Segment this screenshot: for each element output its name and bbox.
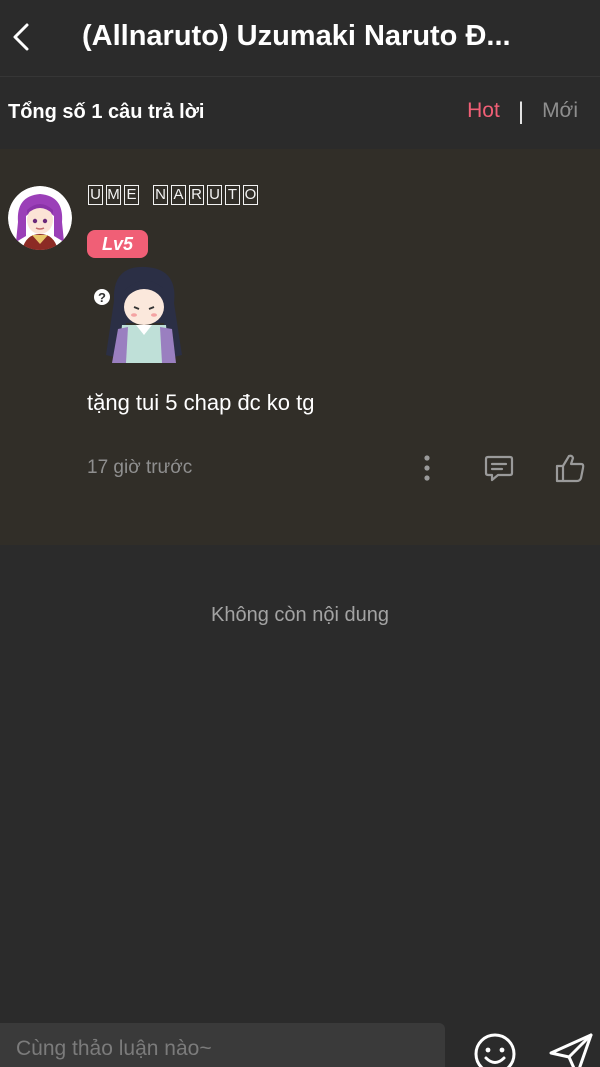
comment-timestamp: 17 giờ trước: [87, 457, 193, 478]
level-badge: Lv5: [87, 230, 148, 258]
reply-button[interactable]: [481, 451, 517, 485]
send-icon: [549, 1033, 593, 1067]
username-letter: N: [153, 185, 168, 205]
comment-card: U M E N A R U T O Lv5 ? tặng tui 5 chap …: [0, 149, 600, 545]
like-button[interactable]: [552, 451, 588, 485]
username-letter: O: [243, 185, 258, 205]
more-vertical-icon: [424, 455, 430, 481]
top-bar: (Allnaruto) Uzumaki Naruto Đ...: [0, 0, 600, 77]
comment-text: tặng tui 5 chap đc ko tg: [87, 390, 315, 415]
avatar-image: [8, 186, 72, 250]
smiley-icon: [474, 1033, 516, 1067]
more-options-button[interactable]: [409, 451, 445, 485]
sort-separator: |: [517, 97, 525, 125]
username-letter: U: [207, 185, 222, 205]
back-button[interactable]: [4, 17, 38, 57]
username[interactable]: U M E N A R U T O: [88, 185, 258, 205]
total-replies-label: Tổng số 1 câu trả lời: [8, 101, 205, 123]
username-letter: A: [171, 185, 186, 205]
comment-composer: [0, 1023, 600, 1067]
username-letter: T: [225, 185, 240, 205]
reply-summary-bar: Tổng số 1 câu trả lời Hot | Mới: [0, 77, 600, 149]
no-more-content-label: Không còn nội dung: [211, 604, 389, 626]
page-title: (Allnaruto) Uzumaki Naruto Đ...: [82, 20, 511, 52]
sort-new-tab[interactable]: Mới: [542, 99, 578, 123]
svg-text:?: ?: [98, 290, 106, 305]
sticker-image: ?: [92, 263, 194, 367]
sort-toggle: Hot | Mới: [467, 99, 578, 123]
username-letter: E: [124, 185, 139, 205]
send-button[interactable]: [547, 1031, 595, 1067]
username-letter: R: [189, 185, 204, 205]
username-letter: M: [106, 185, 121, 205]
sort-hot-tab[interactable]: Hot: [467, 99, 500, 123]
avatar[interactable]: [8, 186, 72, 250]
comment-input[interactable]: [0, 1023, 445, 1067]
username-letter: U: [88, 185, 103, 205]
back-arrow-icon: [13, 23, 29, 51]
thumbs-up-icon: [555, 454, 585, 483]
emoji-button[interactable]: [472, 1031, 518, 1067]
reply-icon: [484, 455, 514, 482]
